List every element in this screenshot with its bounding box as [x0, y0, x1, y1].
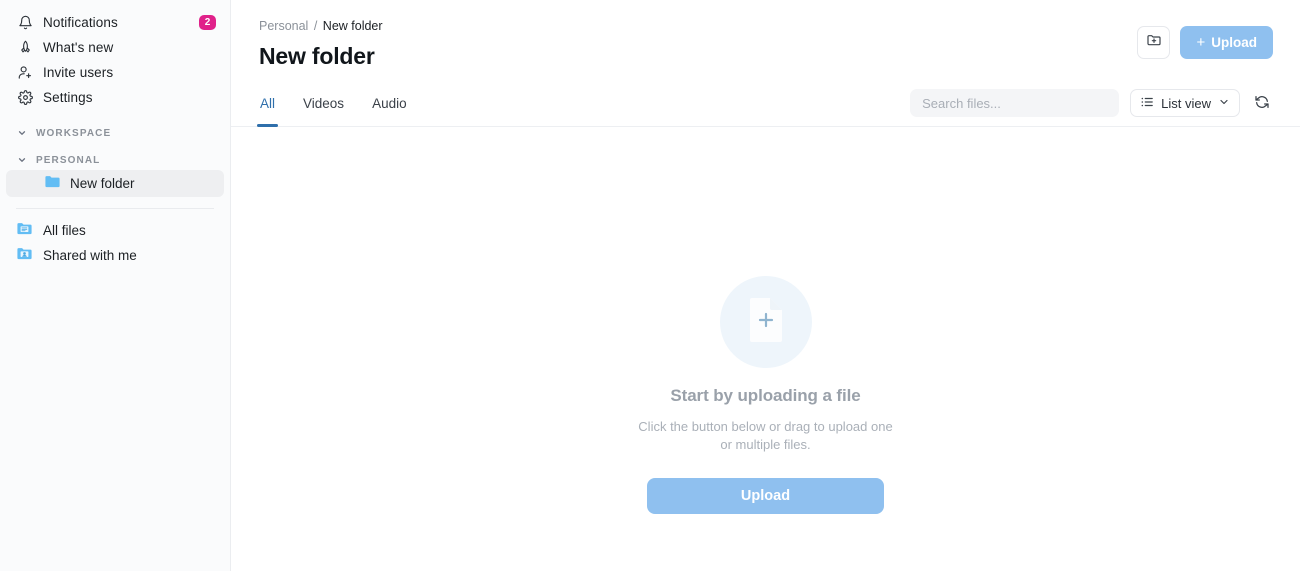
upload-button-empty-state[interactable]: Upload [647, 478, 884, 514]
folder-icon [44, 173, 61, 195]
page-header: Personal / New folder New folder + Uploa… [231, 0, 1300, 80]
sidebar-section-label: WORKSPACE [36, 127, 112, 139]
sidebar-item-new-folder[interactable]: New folder [6, 170, 224, 197]
upload-button-header[interactable]: + Upload [1180, 26, 1273, 59]
sidebar-item-settings[interactable]: Settings [6, 85, 224, 110]
upload-button-label: Upload [1211, 35, 1257, 50]
breadcrumb-current: New folder [322, 19, 383, 33]
view-mode-label: List view [1161, 95, 1211, 111]
tab-label: Audio [372, 95, 407, 111]
tabs-toolbar: All Videos Audio Search files... List vi… [231, 80, 1300, 127]
folder-shared-icon [16, 245, 33, 267]
list-icon [1140, 95, 1154, 112]
view-mode-dropdown[interactable]: List view [1130, 89, 1240, 117]
sidebar-item-label: Settings [43, 90, 93, 105]
refresh-button[interactable] [1251, 92, 1273, 114]
tab-label: Videos [303, 95, 345, 111]
empty-state-title: Start by uploading a file [670, 386, 861, 405]
app-root: Notifications 2 What's new Invite users … [0, 0, 1300, 571]
empty-state-subtitle: Click the button below or drag to upload… [638, 419, 893, 452]
breadcrumb-separator: / [313, 19, 318, 33]
sidebar-section-personal[interactable]: PERSONAL [6, 150, 224, 170]
chevron-down-icon [16, 127, 28, 139]
sidebar-item-label: Notifications [43, 15, 118, 30]
chevron-down-icon [16, 154, 28, 166]
sidebar-section-workspace[interactable]: WORKSPACE [6, 123, 224, 143]
sidebar-item-whats-new[interactable]: What's new [6, 35, 224, 60]
tab-videos[interactable]: Videos [302, 80, 345, 127]
empty-state-icon-circle [719, 276, 812, 368]
header-text-block: Personal / New folder New folder [259, 17, 1137, 70]
folder-files-icon [16, 220, 33, 242]
sidebar-item-invite-users[interactable]: Invite users [6, 60, 224, 85]
user-plus-icon [16, 64, 34, 82]
bell-icon [16, 14, 34, 32]
sidebar-item-label: Invite users [43, 65, 114, 80]
toolbar-controls: List view [910, 89, 1273, 117]
sidebar-item-notifications[interactable]: Notifications 2 [6, 10, 224, 35]
notifications-badge: 2 [199, 15, 216, 30]
page-title: New folder [259, 43, 375, 69]
search-input[interactable] [910, 89, 1120, 117]
breadcrumb: Personal / New folder [259, 17, 1137, 35]
sidebar-item-label: Shared with me [43, 248, 137, 263]
empty-state: Start by uploading a file Click the butt… [231, 128, 1300, 571]
plus-icon: + [1196, 34, 1206, 51]
sidebar-section-label: PERSONAL [36, 154, 101, 166]
sidebar-item-label: What's new [43, 40, 114, 55]
folder-plus-icon [1146, 32, 1162, 53]
new-folder-button[interactable] [1137, 26, 1171, 59]
sidebar-item-all-files[interactable]: All files [6, 218, 224, 243]
sidebar-item-shared-with-me[interactable]: Shared with me [6, 243, 224, 268]
header-actions: + Upload [1137, 17, 1273, 59]
main-content: Personal / New folder New folder + Uploa… [231, 0, 1300, 571]
tab-audio[interactable]: Audio [371, 80, 408, 127]
megaphone-icon [16, 39, 34, 57]
sidebar-item-label: New folder [70, 176, 135, 191]
sidebar: Notifications 2 What's new Invite users … [0, 0, 231, 571]
file-plus-icon [746, 296, 786, 349]
chevron-down-icon [1218, 96, 1230, 111]
tab-label: All [260, 95, 276, 111]
sidebar-item-label: All files [43, 223, 86, 238]
breadcrumb-parent[interactable]: Personal [259, 19, 308, 33]
tab-all[interactable]: All [256, 80, 279, 127]
tab-list: All Videos Audio [256, 80, 408, 127]
gear-icon [16, 89, 34, 107]
refresh-icon [1254, 94, 1270, 113]
